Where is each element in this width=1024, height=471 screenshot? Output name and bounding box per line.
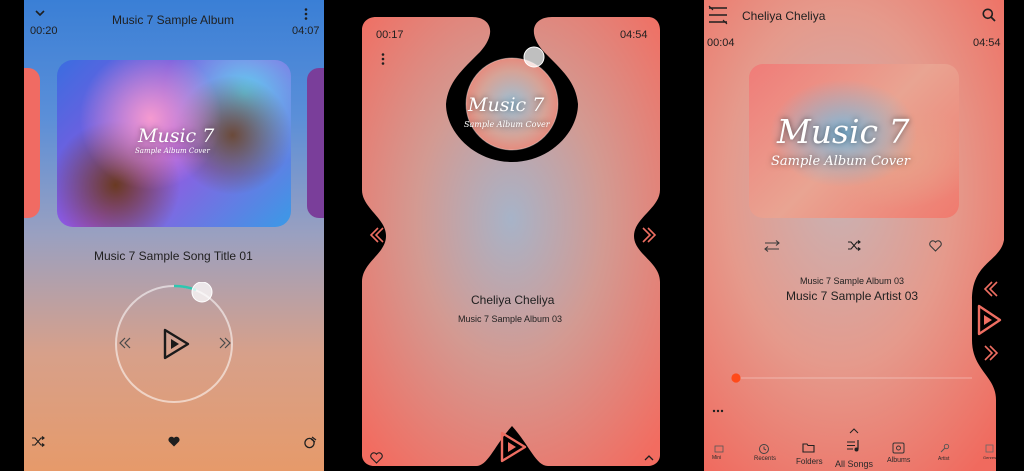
nav-label-albums: Albums xyxy=(887,457,911,464)
progress-bar[interactable] xyxy=(730,371,974,385)
elapsed-time: 00:04 xyxy=(707,37,735,49)
heart-icon[interactable] xyxy=(168,436,180,447)
duration-time: 04:54 xyxy=(973,37,1001,49)
album-title: Music 7 Sample Album xyxy=(112,13,235,27)
album-name: Music 7 Sample Album 03 xyxy=(800,276,905,286)
play-icon[interactable] xyxy=(162,328,190,360)
swap-icon[interactable] xyxy=(764,240,780,252)
microphone-icon xyxy=(940,443,950,453)
cover-subtitle: Sample Album Cover xyxy=(464,120,550,129)
more-vert-icon[interactable] xyxy=(303,7,309,21)
shuffle-icon[interactable] xyxy=(847,240,861,251)
play-icon[interactable] xyxy=(498,430,528,464)
shuffle-icon[interactable] xyxy=(31,436,45,447)
album-icon xyxy=(892,442,905,454)
chevron-up-icon[interactable] xyxy=(643,454,655,462)
progress-thumb[interactable] xyxy=(523,46,545,68)
artist-name: Music 7 Sample Artist 03 xyxy=(786,289,919,303)
nav-label-recents: Recents xyxy=(754,456,777,462)
cover-subtitle: Sample Album Cover xyxy=(135,147,210,155)
menu-icon[interactable] xyxy=(707,4,729,26)
next-icon[interactable] xyxy=(218,336,232,350)
song-title: Music 7 Sample Song Title 01 xyxy=(94,249,253,263)
more-vert-icon[interactable] xyxy=(380,52,386,66)
player-screen-3: Cheliya Cheliya 00:04 04:54 Music 7 Samp… xyxy=(704,0,1004,471)
cover-subtitle: Sample Album Cover xyxy=(771,154,911,169)
play-icon[interactable] xyxy=(976,303,1002,337)
more-horiz-icon[interactable] xyxy=(712,409,724,413)
folder-icon xyxy=(802,443,815,453)
player-screen-1: 00:20 Music 7 Sample Album 04:07 Music 7… xyxy=(24,0,324,471)
duration-time: 04:54 xyxy=(620,29,648,41)
elapsed-time: 00:17 xyxy=(376,29,404,41)
nav-label-all-songs: All Songs xyxy=(835,459,874,469)
heart-icon[interactable] xyxy=(929,240,942,252)
music-list-icon xyxy=(847,440,859,452)
nav-label-mini: Mini xyxy=(712,455,722,461)
cover-title: Music 7 xyxy=(777,112,910,151)
album-cover[interactable]: Music 7 Sample Album Cover xyxy=(749,64,959,218)
album-name: Music 7 Sample Album 03 xyxy=(458,314,563,324)
elapsed-time: 00:20 xyxy=(30,25,58,37)
previous-icon[interactable] xyxy=(368,226,386,244)
duration-time: 04:07 xyxy=(292,25,320,37)
genres-icon xyxy=(985,444,994,453)
song-title: Cheliya Cheliya xyxy=(471,293,555,307)
nav-label-folders: Folders xyxy=(796,457,823,466)
heart-icon[interactable] xyxy=(370,452,383,464)
clock-icon xyxy=(759,444,769,454)
mini-player-icon xyxy=(714,445,724,453)
player-screen-2: 00:17 04:54 Music 7 Sample Album Cover C… xyxy=(362,0,662,471)
album-cover[interactable]: Music 7 Sample Album Cover xyxy=(57,60,291,227)
repeat-icon[interactable] xyxy=(303,436,317,449)
nav-label-artist: Artist xyxy=(938,456,950,462)
next-icon[interactable] xyxy=(640,226,658,244)
cover-title: Music 7 xyxy=(138,125,215,147)
chevron-up-icon xyxy=(849,428,859,434)
nav-label-genres: Genres xyxy=(983,455,997,460)
previous-icon[interactable] xyxy=(118,336,132,350)
next-album-card[interactable] xyxy=(307,68,324,218)
search-icon[interactable] xyxy=(982,8,996,22)
next-icon[interactable] xyxy=(982,344,1000,362)
previous-icon[interactable] xyxy=(982,280,1000,298)
header-title: Cheliya Cheliya xyxy=(742,9,826,23)
player-background-shape xyxy=(362,17,660,466)
previous-album-card[interactable] xyxy=(24,68,40,218)
cover-title: Music 7 xyxy=(468,94,545,116)
chevron-down-icon[interactable] xyxy=(34,8,46,18)
